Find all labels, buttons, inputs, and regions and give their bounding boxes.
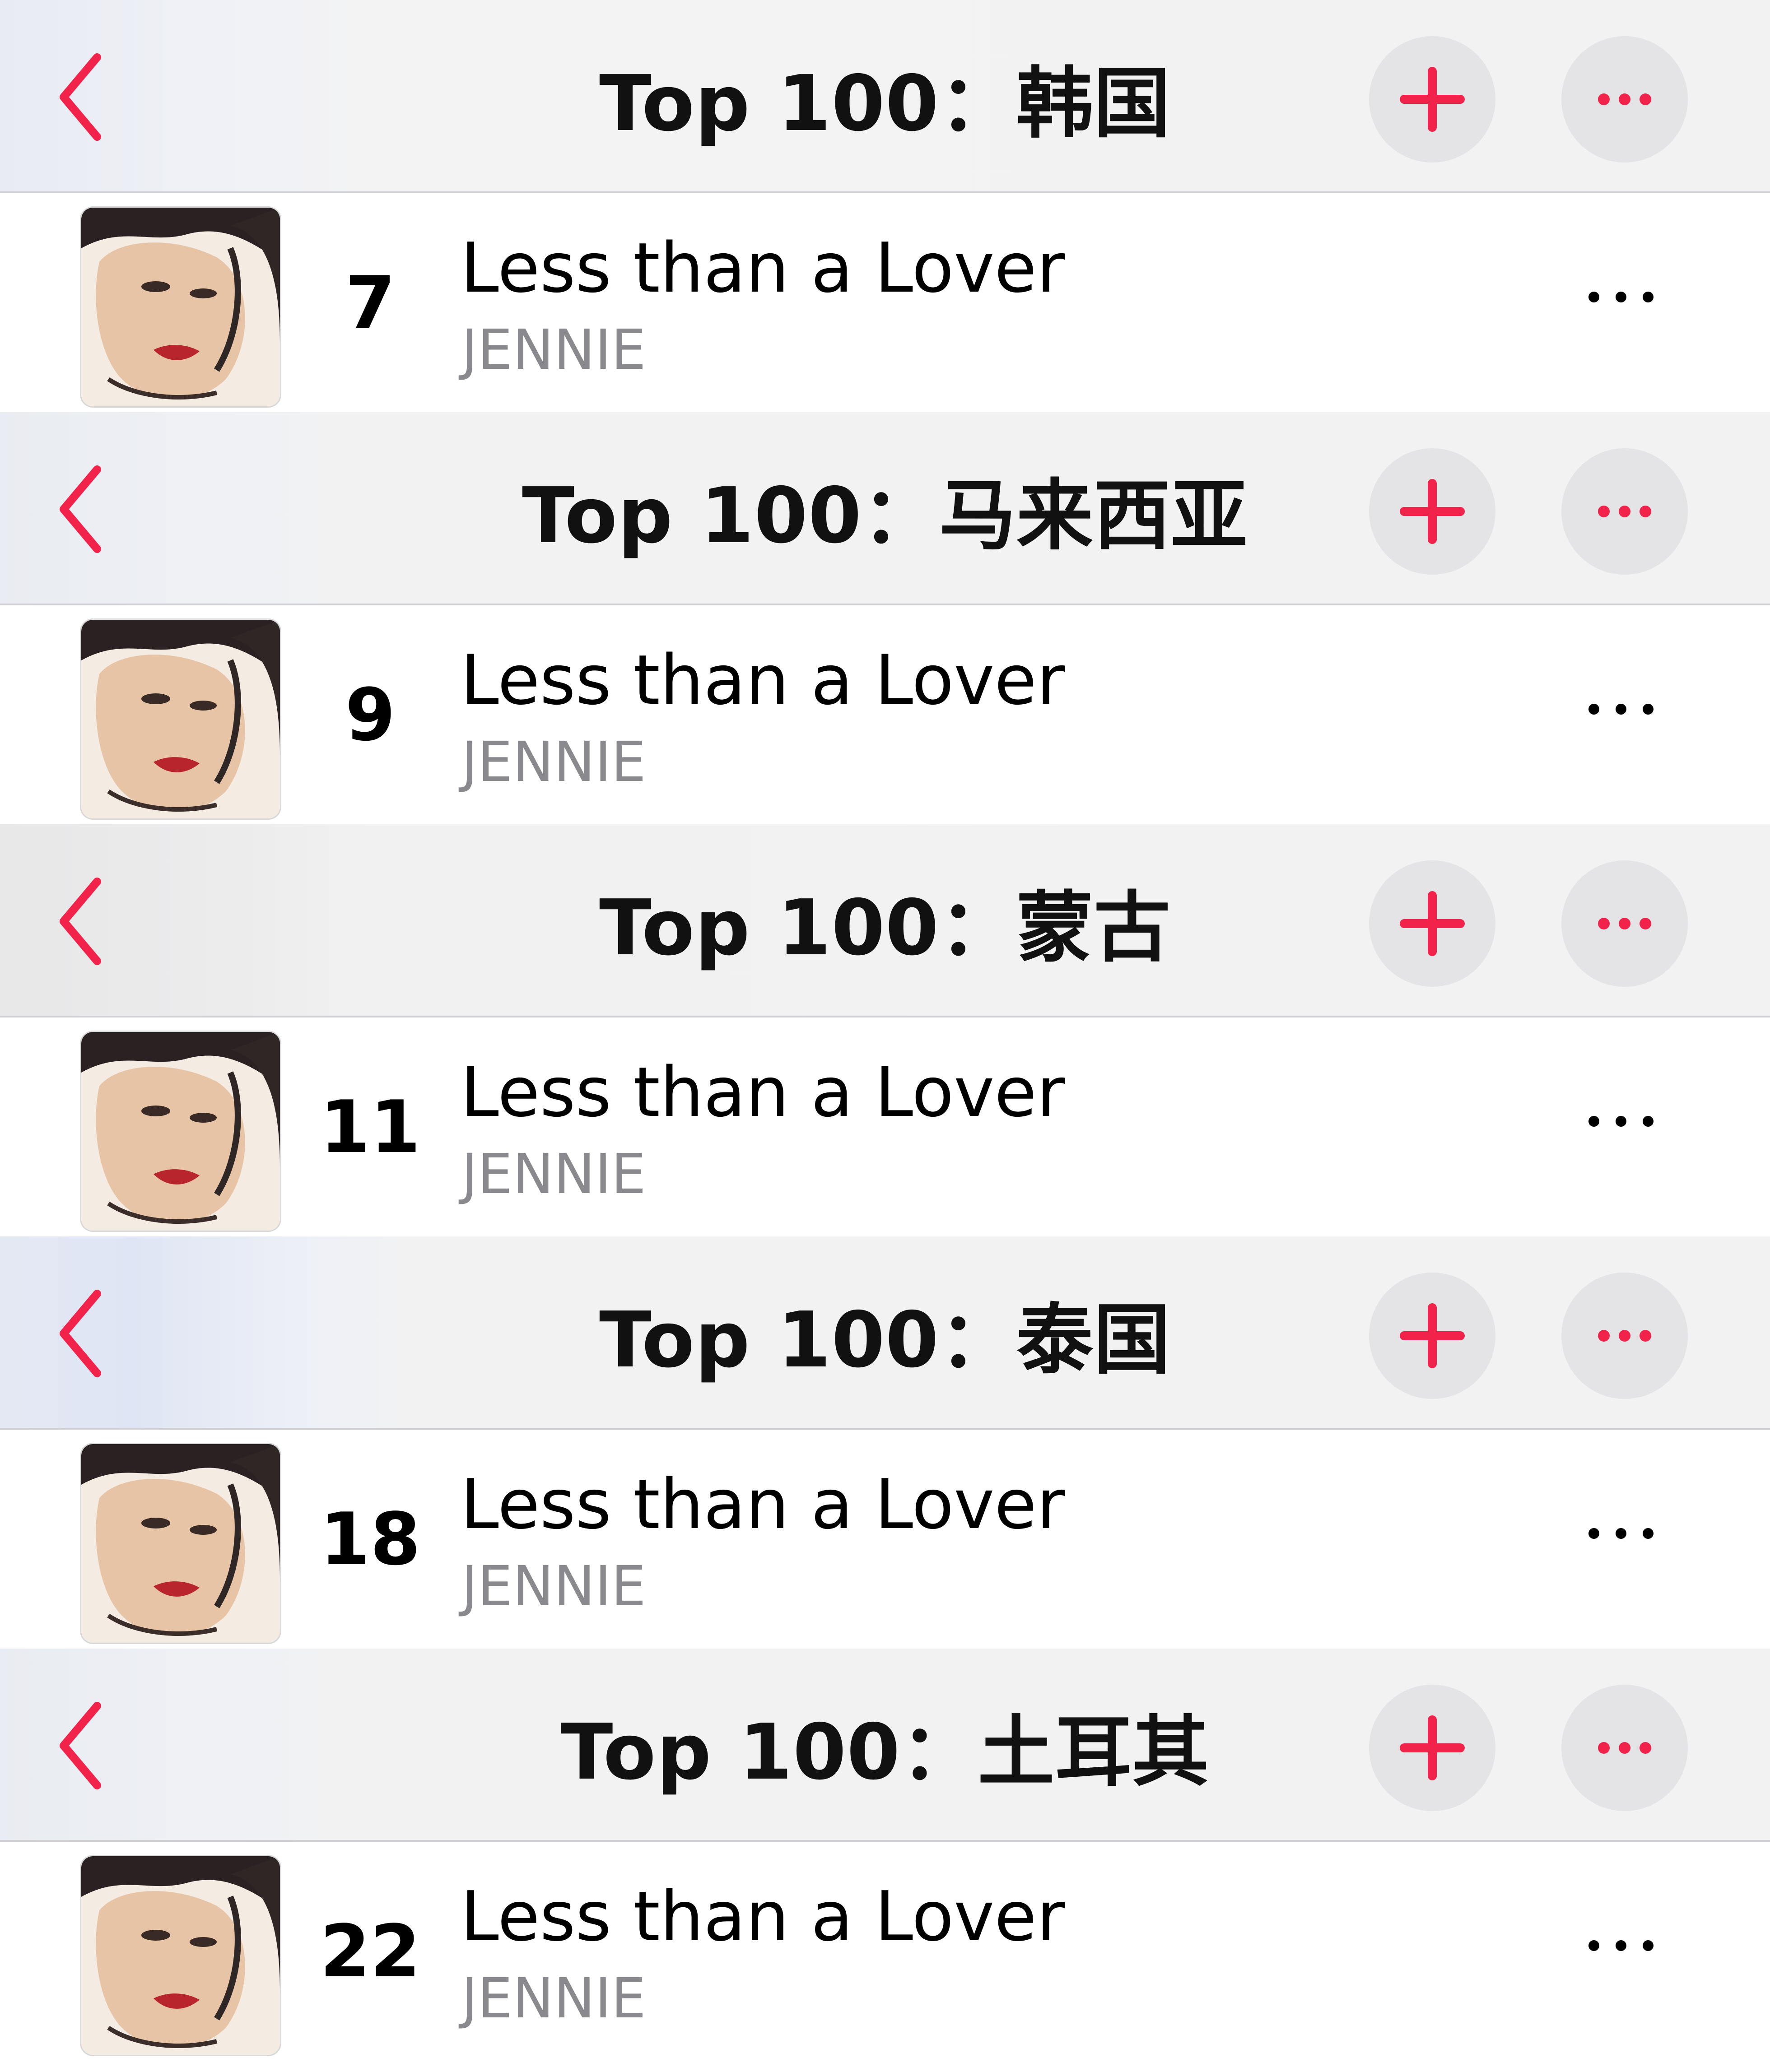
back-button[interactable]: [49, 462, 112, 557]
chart-rank: 7: [345, 260, 396, 345]
song-artist: JENNIE: [461, 1554, 646, 1618]
chart-header: Top 100：韩国: [0, 0, 1770, 193]
ellipsis-icon: [1598, 93, 1651, 105]
plus-icon: [1400, 479, 1465, 544]
chart-section-malaysia: Top 100：马来西亚 9 Less than a Lover JENNIE: [0, 412, 1770, 824]
track-row[interactable]: 9 Less than a Lover JENNIE: [0, 605, 1770, 824]
chart-rank: 11: [320, 1085, 421, 1169]
add-button[interactable]: [1369, 448, 1495, 575]
ellipsis-icon: [1598, 1330, 1651, 1342]
track-row[interactable]: 11 Less than a Lover JENNIE: [0, 1017, 1770, 1236]
chevron-left-icon: [60, 1290, 101, 1377]
chart-header: Top 100：土耳其: [0, 1649, 1770, 1842]
track-row[interactable]: 7 Less than a Lover JENNIE: [0, 193, 1770, 412]
song-artist: JENNIE: [461, 1966, 646, 2030]
chart-title: Top 100：土耳其: [560, 1708, 1210, 1797]
track-more-button[interactable]: [1571, 1497, 1671, 1570]
chart-section-mongolia: Top 100：蒙古 11 Less than a Lover JENNIE: [0, 824, 1770, 1236]
more-options-button[interactable]: [1561, 1273, 1688, 1399]
song-title: Less than a Lover: [461, 1052, 1065, 1132]
album-artwork: [81, 1032, 280, 1231]
song-artist: JENNIE: [461, 730, 646, 794]
add-button[interactable]: [1369, 1273, 1495, 1399]
chevron-left-icon: [60, 878, 101, 965]
track-row[interactable]: 22 Less than a Lover JENNIE: [0, 1842, 1770, 2072]
plus-icon: [1400, 67, 1465, 132]
chevron-left-icon: [60, 1702, 101, 1789]
song-title: Less than a Lover: [461, 228, 1065, 308]
back-button[interactable]: [49, 874, 112, 969]
add-button[interactable]: [1369, 1685, 1495, 1811]
song-title: Less than a Lover: [461, 1464, 1065, 1544]
chart-section-korea: Top 100：韩国 7 Less than a Lover JENNIE: [0, 0, 1770, 412]
plus-icon: [1400, 891, 1465, 956]
song-artist: JENNIE: [461, 1142, 646, 1206]
add-button[interactable]: [1369, 36, 1495, 163]
chart-title: Top 100：韩国: [599, 59, 1171, 149]
plus-icon: [1400, 1715, 1465, 1780]
track-more-button[interactable]: [1571, 1909, 1671, 1982]
more-options-button[interactable]: [1561, 1685, 1688, 1811]
ellipsis-icon: [1588, 1116, 1654, 1127]
more-options-button[interactable]: [1561, 36, 1688, 163]
chart-header: Top 100：马来西亚: [0, 412, 1770, 605]
track-more-button[interactable]: [1571, 261, 1671, 333]
back-button[interactable]: [49, 50, 112, 144]
track-more-button[interactable]: [1571, 1085, 1671, 1157]
album-artwork: [81, 1856, 280, 2055]
ellipsis-icon: [1598, 506, 1651, 517]
chart-rank: 9: [345, 673, 396, 757]
chart-title: Top 100：泰国: [599, 1296, 1171, 1385]
ellipsis-icon: [1598, 918, 1651, 929]
more-options-button[interactable]: [1561, 860, 1688, 987]
chart-header: Top 100：泰国: [0, 1236, 1770, 1430]
chart-position-screenshots: Top 100：韩国 7 Less than a Lover JENNIE To…: [0, 0, 1770, 2072]
chart-section-thailand: Top 100：泰国 18 Less than a Lover JENNIE: [0, 1236, 1770, 1649]
chart-header: Top 100：蒙古: [0, 824, 1770, 1017]
chevron-left-icon: [60, 465, 101, 553]
add-button[interactable]: [1369, 860, 1495, 987]
album-artwork: [81, 620, 280, 818]
track-row[interactable]: 18 Less than a Lover JENNIE: [0, 1430, 1770, 1649]
chart-title: Top 100：马来西亚: [522, 471, 1248, 561]
song-title: Less than a Lover: [461, 640, 1065, 720]
ellipsis-icon: [1588, 292, 1654, 302]
album-artwork: [81, 208, 280, 406]
chart-rank: 22: [320, 1909, 421, 1993]
back-button[interactable]: [49, 1698, 112, 1793]
plus-icon: [1400, 1303, 1465, 1368]
chart-section-turkey: Top 100：土耳其 22 Less than a Lover JENNIE: [0, 1649, 1770, 2072]
chart-rank: 18: [320, 1497, 421, 1581]
chevron-left-icon: [60, 53, 101, 141]
song-title: Less than a Lover: [461, 1877, 1065, 1956]
album-artwork: [81, 1444, 280, 1643]
chart-title: Top 100：蒙古: [599, 883, 1171, 973]
ellipsis-icon: [1588, 1528, 1654, 1539]
ellipsis-icon: [1598, 1742, 1651, 1754]
track-more-button[interactable]: [1571, 673, 1671, 745]
back-button[interactable]: [49, 1286, 112, 1381]
more-options-button[interactable]: [1561, 448, 1688, 575]
song-artist: JENNIE: [461, 318, 646, 382]
ellipsis-icon: [1588, 1940, 1654, 1951]
ellipsis-icon: [1588, 704, 1654, 715]
